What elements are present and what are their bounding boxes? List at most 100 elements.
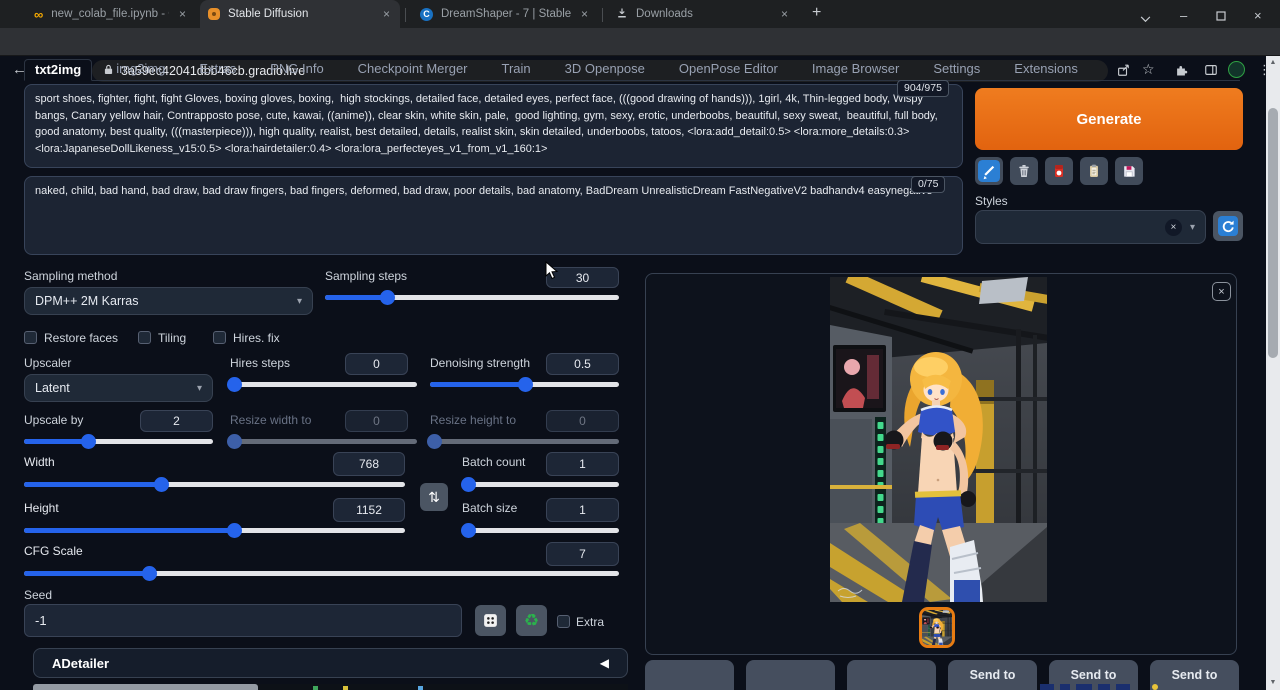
window-restore-button[interactable] bbox=[1216, 9, 1226, 24]
clear-prompt-trash-button[interactable] bbox=[1010, 157, 1038, 185]
sampling-method-dropdown[interactable]: DPM++ 2M Karras ▾ bbox=[24, 287, 313, 315]
reuse-seed-recycle-button[interactable]: ♻ bbox=[516, 605, 547, 636]
browser-toolbar: ← → 3a59ec42041dbb46cb.gradio.live ☆ ⋮ bbox=[0, 28, 1280, 56]
swap-width-height-button[interactable]: ⇅ bbox=[420, 483, 448, 511]
window-close-button[interactable]: × bbox=[1254, 8, 1262, 23]
cfg-scale-input[interactable]: 7 bbox=[546, 542, 619, 566]
batch-size-label: Batch size bbox=[462, 501, 517, 515]
height-input[interactable]: 1152 bbox=[333, 498, 405, 522]
gallery-action-label: Send to bbox=[1150, 668, 1239, 682]
nav-tab[interactable]: Train bbox=[492, 59, 541, 80]
gallery-action-label: Send to bbox=[1049, 668, 1138, 682]
nav-tab[interactable]: PNG Info bbox=[260, 59, 333, 80]
nav-tab[interactable]: Image Browser bbox=[802, 59, 909, 80]
styles-label: Styles bbox=[975, 194, 1008, 208]
gallery-action-button[interactable] bbox=[645, 660, 734, 690]
sampling-method-label: Sampling method bbox=[24, 269, 117, 283]
width-slider[interactable] bbox=[24, 477, 405, 492]
gallery-action-button[interactable] bbox=[847, 660, 936, 690]
seed-input[interactable]: -1 bbox=[24, 604, 462, 637]
tiling-checkbox[interactable] bbox=[138, 331, 151, 344]
batch-count-label: Batch count bbox=[462, 455, 525, 469]
tab-close-icon[interactable]: × bbox=[579, 7, 590, 21]
resize-height-to-label: Resize height to bbox=[430, 413, 516, 427]
denoising-strength-label: Denoising strength bbox=[430, 356, 530, 370]
gallery-close-button[interactable]: × bbox=[1212, 282, 1231, 301]
restore-faces-checkbox[interactable] bbox=[24, 331, 37, 344]
prompt-textarea[interactable]: sport shoes, fighter, fight, fight Glove… bbox=[24, 84, 963, 168]
upscale-by-input[interactable]: 2 bbox=[140, 410, 213, 432]
hires-fix-checkbox[interactable] bbox=[213, 331, 226, 344]
hires-steps-slider[interactable] bbox=[230, 377, 417, 392]
styles-clear-icon[interactable]: × bbox=[1165, 219, 1182, 236]
gallery-action-label: Send to bbox=[948, 668, 1037, 682]
browser-tab-title: Stable Diffusion bbox=[228, 8, 373, 20]
extra-seed-checkbox[interactable] bbox=[557, 615, 570, 628]
gallery-thumbnail-selected[interactable] bbox=[919, 607, 955, 648]
adetailer-title: ADetailer bbox=[52, 656, 109, 671]
new-tab-button[interactable]: + bbox=[812, 4, 821, 22]
random-seed-dice-button[interactable] bbox=[475, 605, 506, 636]
tab-search-chevron-icon[interactable] bbox=[1140, 11, 1151, 26]
browser-tab-downloads[interactable]: Downloads × bbox=[608, 0, 798, 28]
nav-tab[interactable]: Extras bbox=[189, 59, 246, 80]
scrollbar-down-arrow[interactable]: ▼ bbox=[1266, 676, 1280, 690]
tab-separator bbox=[405, 8, 406, 22]
nav-tab[interactable]: Extensions bbox=[1004, 59, 1088, 80]
cfg-scale-slider[interactable] bbox=[24, 566, 619, 581]
gallery-action-button[interactable]: Send to bbox=[948, 660, 1037, 690]
refresh-styles-button[interactable] bbox=[1213, 211, 1243, 241]
batch-count-input[interactable]: 1 bbox=[546, 452, 619, 476]
nav-tab[interactable]: txt2img bbox=[24, 59, 92, 81]
batch-size-slider[interactable] bbox=[462, 523, 619, 538]
chevron-down-icon[interactable]: ▾ bbox=[1190, 222, 1195, 233]
prompt-token-counter: 904/975 bbox=[897, 80, 949, 97]
cfg-scale-label: CFG Scale bbox=[24, 544, 83, 558]
width-input[interactable]: 768 bbox=[333, 452, 405, 476]
denoising-strength-input[interactable]: 0.5 bbox=[546, 353, 619, 375]
save-style-floppy-button[interactable] bbox=[1115, 157, 1143, 185]
nav-tab[interactable]: OpenPose Editor bbox=[669, 59, 788, 80]
width-label: Width bbox=[24, 455, 55, 469]
gradio-tab-bar: txt2img img2img Extras PNG Info Checkpoi… bbox=[24, 59, 1240, 81]
hires-steps-input[interactable]: 0 bbox=[345, 353, 408, 375]
nav-tab[interactable]: Checkpoint Merger bbox=[348, 59, 478, 80]
resize-height-to-input: 0 bbox=[546, 410, 619, 432]
resize-height-to-slider bbox=[430, 434, 619, 449]
generate-button[interactable]: Generate bbox=[975, 88, 1243, 150]
browser-tab-colab[interactable]: ∞ new_colab_file.ipynb - Colaborat × bbox=[26, 0, 196, 28]
batch-size-input[interactable]: 1 bbox=[546, 498, 619, 522]
tab-close-icon[interactable]: × bbox=[381, 7, 392, 21]
gallery-action-button[interactable] bbox=[746, 660, 835, 690]
apply-styles-clipboard-button[interactable] bbox=[1080, 157, 1108, 185]
window-minimize-button[interactable]: – bbox=[1180, 8, 1187, 23]
upscale-by-slider[interactable] bbox=[24, 434, 213, 449]
colab-icon: ∞ bbox=[34, 7, 43, 22]
nav-tab[interactable]: Settings bbox=[923, 59, 990, 80]
tab-close-icon[interactable]: × bbox=[177, 7, 188, 21]
upscaler-dropdown[interactable]: Latent ▾ bbox=[24, 374, 213, 402]
browser-tab-civitai[interactable]: C DreamShaper - 7 | Stable Diffusio × bbox=[412, 0, 598, 28]
tab-separator bbox=[602, 8, 603, 22]
denoising-strength-slider[interactable] bbox=[430, 377, 619, 392]
generated-image[interactable] bbox=[830, 277, 1047, 602]
hires-fix-label: Hires. fix bbox=[233, 331, 280, 345]
styles-dropdown[interactable]: × ▾ bbox=[975, 210, 1206, 244]
tab-close-icon[interactable]: × bbox=[779, 7, 790, 21]
nav-tab[interactable]: 3D Openpose bbox=[555, 59, 655, 80]
seed-label: Seed bbox=[24, 588, 52, 602]
negative-prompt-textarea[interactable]: naked, child, bad hand, bad draw, bad dr… bbox=[24, 176, 963, 255]
batch-count-slider[interactable] bbox=[462, 477, 619, 492]
paste-parameters-button[interactable] bbox=[975, 157, 1003, 185]
page-scrollbar[interactable]: ▲ ▼ bbox=[1266, 56, 1280, 690]
nav-tab[interactable]: img2img bbox=[106, 59, 175, 80]
sampling-steps-slider[interactable] bbox=[325, 290, 619, 305]
scrollbar-up-arrow[interactable]: ▲ bbox=[1266, 56, 1280, 70]
scrollbar-thumb[interactable] bbox=[1268, 108, 1278, 358]
extra-networks-card-button[interactable] bbox=[1045, 157, 1073, 185]
upscaler-value: Latent bbox=[35, 381, 70, 395]
height-slider[interactable] bbox=[24, 523, 405, 538]
upscaler-label: Upscaler bbox=[24, 356, 71, 370]
adetailer-accordion[interactable]: ADetailer ◀ bbox=[33, 648, 628, 678]
browser-tab-stable-diffusion[interactable]: Stable Diffusion × bbox=[200, 0, 400, 28]
